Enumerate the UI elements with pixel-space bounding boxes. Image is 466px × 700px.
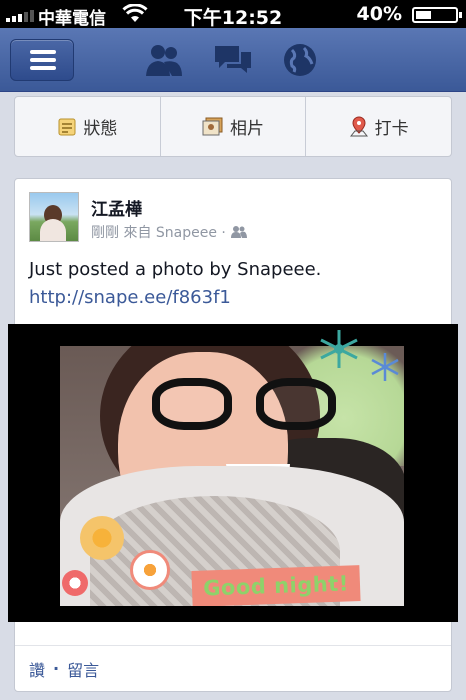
flower-sticker-icon — [80, 516, 124, 560]
photo-icon — [202, 117, 223, 135]
photo-button[interactable]: 相片 — [161, 97, 307, 156]
glasses-right — [256, 378, 336, 430]
glasses-left — [152, 378, 232, 430]
friend-requests-icon[interactable] — [144, 42, 184, 82]
post-link[interactable]: http://snape.ee/f863f1 — [29, 287, 231, 308]
post-meta-text: 剛剛 來自 Snapeee · — [91, 225, 226, 241]
goodnight-banner: Good night! — [191, 565, 361, 606]
author-name[interactable]: 江孟樺 — [91, 195, 142, 220]
messages-icon[interactable] — [213, 42, 253, 82]
checkin-button[interactable]: 打卡 — [306, 97, 451, 156]
flower-sticker-icon — [62, 570, 88, 596]
post-meta: 剛剛 來自 Snapeee · — [91, 222, 248, 242]
photo-label: 相片 — [230, 119, 264, 139]
status-button[interactable]: 狀態 — [15, 97, 161, 156]
status-label: 狀態 — [83, 119, 118, 139]
menu-button[interactable] — [10, 39, 74, 81]
navbar — [0, 28, 466, 92]
snowflake-sticker-icon — [371, 353, 399, 381]
snowflake-sticker-icon — [320, 330, 358, 368]
checkin-label: 打卡 — [374, 119, 409, 139]
flower-sticker-icon — [130, 550, 170, 590]
post-actions: 讚 · 留言 — [15, 645, 451, 691]
status-bar: 中華電信 下午12:52 40% — [0, 0, 466, 29]
battery-fill — [416, 11, 432, 19]
notifications-globe-icon[interactable] — [282, 42, 318, 82]
comment-button[interactable]: 留言 — [67, 657, 99, 681]
battery-percent: 40% — [356, 3, 402, 25]
photo-content: Good night! — [60, 346, 404, 606]
composer-bar: 狀態 相片 打卡 — [14, 96, 452, 157]
friends-audience-icon — [230, 226, 247, 238]
goodnight-caption: Good night! — [202, 571, 350, 601]
location-pin-icon — [349, 115, 368, 136]
post-text: Just posted a photo by Snapeee. — [29, 259, 322, 280]
post-photo[interactable]: Good night! — [8, 324, 458, 622]
like-button[interactable]: 讚 — [29, 657, 45, 681]
status-icon — [58, 118, 76, 135]
author-avatar[interactable] — [29, 192, 79, 242]
battery-icon — [412, 7, 462, 23]
action-separator: · — [53, 659, 60, 678]
